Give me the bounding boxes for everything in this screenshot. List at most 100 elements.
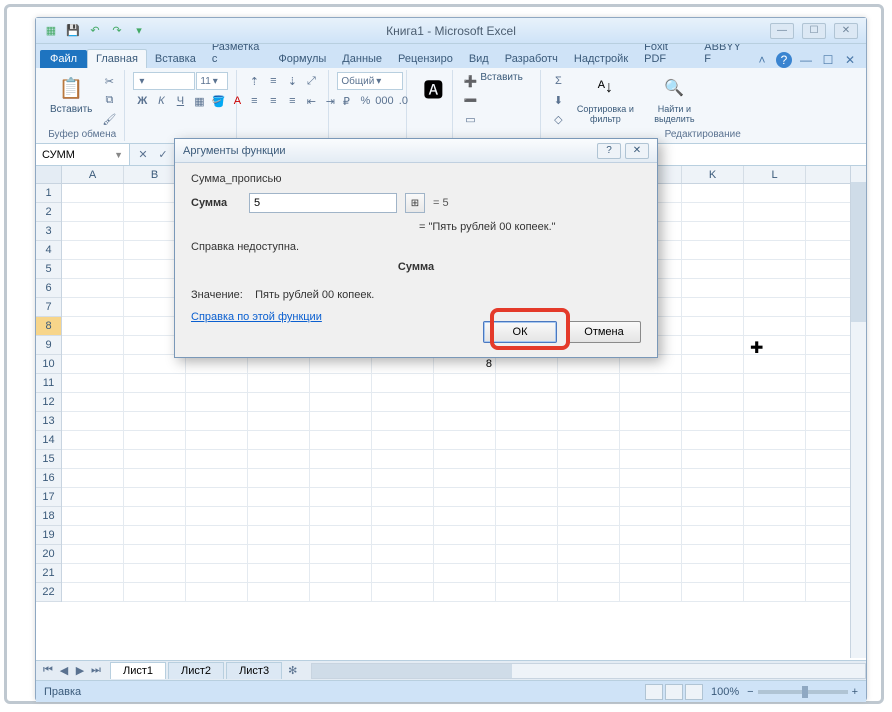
cell[interactable]: [744, 488, 806, 506]
cell[interactable]: [496, 450, 558, 468]
cell[interactable]: [682, 488, 744, 506]
delete-cells-icon[interactable]: ➖: [461, 91, 479, 109]
cell[interactable]: [186, 488, 248, 506]
cell[interactable]: [744, 526, 806, 544]
cell[interactable]: [744, 241, 806, 259]
view-normal-icon[interactable]: [645, 684, 663, 700]
cell[interactable]: [496, 469, 558, 487]
cell[interactable]: [248, 564, 310, 582]
cell[interactable]: [186, 469, 248, 487]
cell[interactable]: [682, 355, 744, 373]
underline-icon[interactable]: Ч: [171, 92, 189, 110]
cell[interactable]: [62, 564, 124, 582]
cell[interactable]: [434, 564, 496, 582]
cell[interactable]: [62, 393, 124, 411]
cell[interactable]: [620, 488, 682, 506]
cell[interactable]: [558, 393, 620, 411]
tab-review[interactable]: Рецензиро: [390, 50, 461, 68]
cell[interactable]: [682, 431, 744, 449]
row-head[interactable]: 17: [36, 488, 61, 507]
cell[interactable]: [496, 545, 558, 563]
ok-button[interactable]: ОК: [483, 321, 557, 343]
cell[interactable]: [186, 545, 248, 563]
cell[interactable]: [372, 526, 434, 544]
cell[interactable]: [248, 393, 310, 411]
cell[interactable]: [124, 583, 186, 601]
cell[interactable]: [744, 431, 806, 449]
cell[interactable]: [558, 545, 620, 563]
cell[interactable]: [620, 469, 682, 487]
row-head[interactable]: 18: [36, 507, 61, 526]
font-size-combo[interactable]: 11▾: [196, 72, 228, 90]
cell[interactable]: [310, 431, 372, 449]
cell[interactable]: [558, 583, 620, 601]
row-head[interactable]: 4: [36, 241, 61, 260]
cell[interactable]: [744, 203, 806, 221]
paste-button[interactable]: 📋 Вставить: [46, 72, 96, 117]
percent-icon[interactable]: %: [356, 92, 374, 110]
cell[interactable]: [682, 450, 744, 468]
align-top-icon[interactable]: ⇡: [245, 72, 263, 90]
cell[interactable]: [186, 393, 248, 411]
cell[interactable]: [744, 507, 806, 525]
horizontal-scrollbar[interactable]: [311, 663, 866, 679]
row-head[interactable]: 16: [36, 469, 61, 488]
cancel-formula-icon[interactable]: ✕: [134, 146, 152, 164]
cell[interactable]: [372, 412, 434, 430]
minimize-button[interactable]: —: [770, 23, 794, 39]
qat-dropdown-icon[interactable]: ▾: [130, 22, 148, 40]
cell[interactable]: [248, 374, 310, 392]
cell[interactable]: [62, 279, 124, 297]
undo-icon[interactable]: ↶: [86, 22, 104, 40]
cell[interactable]: [62, 431, 124, 449]
cell[interactable]: [62, 507, 124, 525]
cell[interactable]: [62, 241, 124, 259]
cell[interactable]: [62, 374, 124, 392]
copy-icon[interactable]: ⧉: [100, 91, 118, 109]
row-head[interactable]: 22: [36, 583, 61, 602]
cell[interactable]: [744, 583, 806, 601]
cell[interactable]: [248, 431, 310, 449]
clear-icon[interactable]: ◇: [549, 110, 567, 128]
sort-filter-button[interactable]: ᴬ↓ Сортировка и фильтр: [571, 72, 639, 126]
cell[interactable]: [434, 526, 496, 544]
row-head[interactable]: 15: [36, 450, 61, 469]
cell[interactable]: [682, 241, 744, 259]
cell[interactable]: [682, 184, 744, 202]
cell[interactable]: [372, 564, 434, 582]
cell[interactable]: [744, 412, 806, 430]
select-all-corner[interactable]: [36, 166, 62, 183]
cell[interactable]: [744, 355, 806, 373]
cell[interactable]: [248, 469, 310, 487]
cell[interactable]: [434, 507, 496, 525]
cell[interactable]: [310, 526, 372, 544]
cell[interactable]: [682, 222, 744, 240]
cell[interactable]: [496, 526, 558, 544]
col-head[interactable]: L: [744, 166, 806, 183]
cell[interactable]: [310, 545, 372, 563]
cell[interactable]: [744, 184, 806, 202]
cell[interactable]: [744, 317, 806, 335]
cell[interactable]: [434, 412, 496, 430]
cell[interactable]: [434, 431, 496, 449]
cell[interactable]: [434, 450, 496, 468]
ribbon-minimize-icon[interactable]: ˄: [754, 52, 770, 68]
cell[interactable]: [682, 507, 744, 525]
cell[interactable]: [434, 374, 496, 392]
autosum-icon[interactable]: Σ: [549, 72, 567, 90]
cell[interactable]: [62, 488, 124, 506]
sheet-tab-3[interactable]: Лист3: [226, 662, 282, 679]
maximize-button[interactable]: ☐: [802, 23, 826, 39]
cell[interactable]: [620, 412, 682, 430]
cell[interactable]: [248, 488, 310, 506]
cell[interactable]: [744, 336, 806, 354]
comma-icon[interactable]: 000: [375, 92, 393, 110]
cell[interactable]: [744, 279, 806, 297]
view-layout-icon[interactable]: [665, 684, 683, 700]
cell[interactable]: [558, 450, 620, 468]
tab-addins[interactable]: Надстройк: [566, 50, 636, 68]
cell[interactable]: [124, 412, 186, 430]
cell[interactable]: [744, 450, 806, 468]
cell[interactable]: [682, 564, 744, 582]
enter-formula-icon[interactable]: ✓: [154, 146, 172, 164]
